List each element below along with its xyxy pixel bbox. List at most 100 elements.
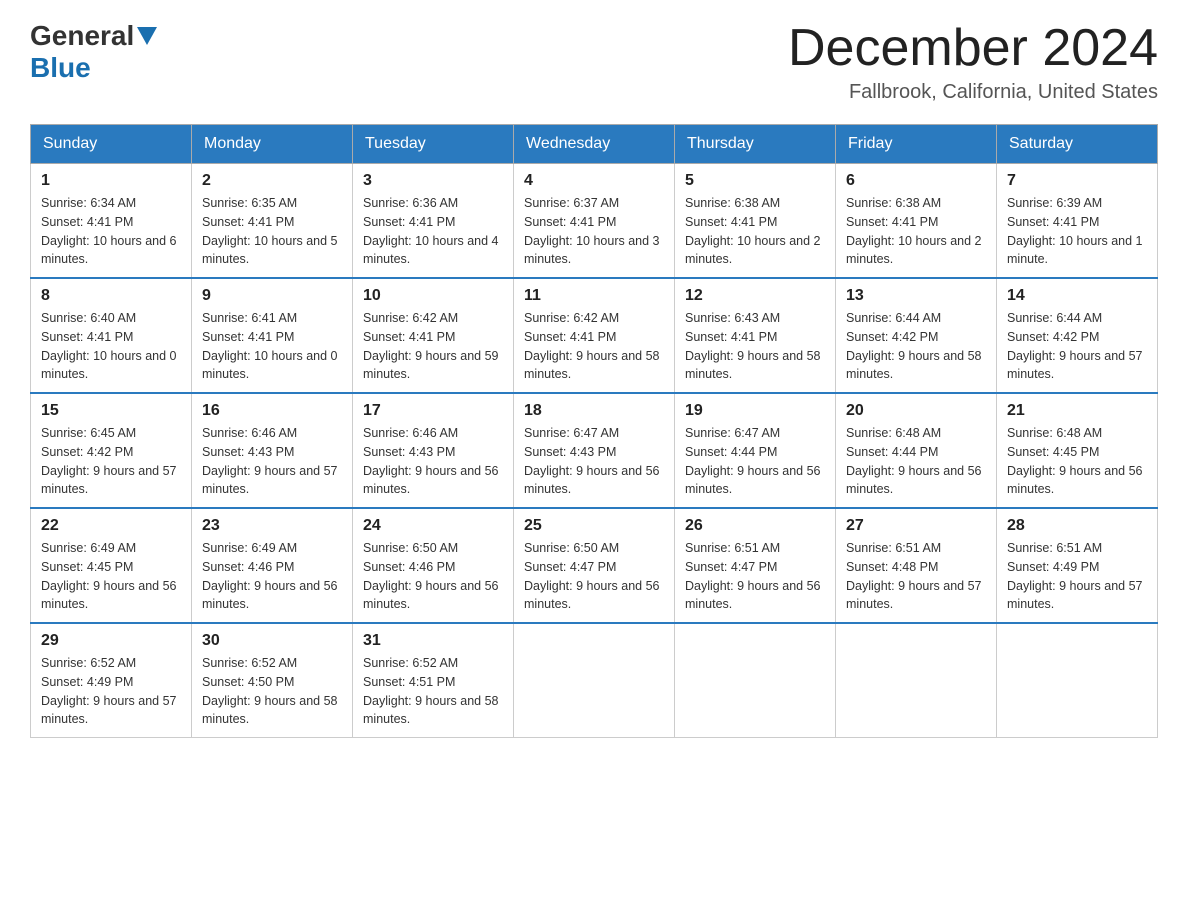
- day-cell-16: 16 Sunrise: 6:46 AM Sunset: 4:43 PM Dayl…: [192, 393, 353, 508]
- day-number: 28: [1007, 517, 1147, 535]
- day-cell-22: 22 Sunrise: 6:49 AM Sunset: 4:45 PM Dayl…: [31, 508, 192, 623]
- day-info: Sunrise: 6:38 AM Sunset: 4:41 PM Dayligh…: [846, 194, 986, 269]
- day-number: 30: [202, 632, 342, 650]
- day-cell-18: 18 Sunrise: 6:47 AM Sunset: 4:43 PM Dayl…: [514, 393, 675, 508]
- logo-triangle-icon: [137, 27, 157, 45]
- day-info: Sunrise: 6:51 AM Sunset: 4:47 PM Dayligh…: [685, 539, 825, 614]
- day-info: Sunrise: 6:40 AM Sunset: 4:41 PM Dayligh…: [41, 309, 181, 384]
- weekday-header-thursday: Thursday: [675, 125, 836, 164]
- day-info: Sunrise: 6:36 AM Sunset: 4:41 PM Dayligh…: [363, 194, 503, 269]
- day-info: Sunrise: 6:47 AM Sunset: 4:44 PM Dayligh…: [685, 424, 825, 499]
- day-number: 13: [846, 287, 986, 305]
- day-info: Sunrise: 6:39 AM Sunset: 4:41 PM Dayligh…: [1007, 194, 1147, 269]
- day-info: Sunrise: 6:42 AM Sunset: 4:41 PM Dayligh…: [524, 309, 664, 384]
- weekday-header-sunday: Sunday: [31, 125, 192, 164]
- day-cell-27: 27 Sunrise: 6:51 AM Sunset: 4:48 PM Dayl…: [836, 508, 997, 623]
- week-row-2: 8 Sunrise: 6:40 AM Sunset: 4:41 PM Dayli…: [31, 278, 1158, 393]
- day-info: Sunrise: 6:44 AM Sunset: 4:42 PM Dayligh…: [1007, 309, 1147, 384]
- day-number: 2: [202, 172, 342, 190]
- logo-blue: Blue: [30, 52, 91, 83]
- day-info: Sunrise: 6:52 AM Sunset: 4:50 PM Dayligh…: [202, 654, 342, 729]
- day-info: Sunrise: 6:45 AM Sunset: 4:42 PM Dayligh…: [41, 424, 181, 499]
- day-number: 26: [685, 517, 825, 535]
- day-info: Sunrise: 6:49 AM Sunset: 4:45 PM Dayligh…: [41, 539, 181, 614]
- day-cell-14: 14 Sunrise: 6:44 AM Sunset: 4:42 PM Dayl…: [997, 278, 1158, 393]
- day-number: 27: [846, 517, 986, 535]
- day-cell-1: 1 Sunrise: 6:34 AM Sunset: 4:41 PM Dayli…: [31, 164, 192, 279]
- day-number: 11: [524, 287, 664, 305]
- location-label: Fallbrook, California, United States: [788, 81, 1158, 104]
- day-number: 29: [41, 632, 181, 650]
- day-cell-6: 6 Sunrise: 6:38 AM Sunset: 4:41 PM Dayli…: [836, 164, 997, 279]
- day-number: 4: [524, 172, 664, 190]
- day-cell-12: 12 Sunrise: 6:43 AM Sunset: 4:41 PM Dayl…: [675, 278, 836, 393]
- day-number: 1: [41, 172, 181, 190]
- day-number: 14: [1007, 287, 1147, 305]
- day-number: 16: [202, 402, 342, 420]
- week-row-3: 15 Sunrise: 6:45 AM Sunset: 4:42 PM Dayl…: [31, 393, 1158, 508]
- day-cell-17: 17 Sunrise: 6:46 AM Sunset: 4:43 PM Dayl…: [353, 393, 514, 508]
- day-cell-24: 24 Sunrise: 6:50 AM Sunset: 4:46 PM Dayl…: [353, 508, 514, 623]
- title-section: December 2024 Fallbrook, California, Uni…: [788, 20, 1158, 104]
- day-cell-2: 2 Sunrise: 6:35 AM Sunset: 4:41 PM Dayli…: [192, 164, 353, 279]
- day-cell-30: 30 Sunrise: 6:52 AM Sunset: 4:50 PM Dayl…: [192, 623, 353, 738]
- day-cell-9: 9 Sunrise: 6:41 AM Sunset: 4:41 PM Dayli…: [192, 278, 353, 393]
- day-info: Sunrise: 6:41 AM Sunset: 4:41 PM Dayligh…: [202, 309, 342, 384]
- week-row-5: 29 Sunrise: 6:52 AM Sunset: 4:49 PM Dayl…: [31, 623, 1158, 738]
- day-info: Sunrise: 6:48 AM Sunset: 4:45 PM Dayligh…: [1007, 424, 1147, 499]
- week-row-1: 1 Sunrise: 6:34 AM Sunset: 4:41 PM Dayli…: [31, 164, 1158, 279]
- weekday-header-row: SundayMondayTuesdayWednesdayThursdayFrid…: [31, 125, 1158, 164]
- day-cell-13: 13 Sunrise: 6:44 AM Sunset: 4:42 PM Dayl…: [836, 278, 997, 393]
- day-number: 22: [41, 517, 181, 535]
- week-row-4: 22 Sunrise: 6:49 AM Sunset: 4:45 PM Dayl…: [31, 508, 1158, 623]
- empty-cell: [675, 623, 836, 738]
- day-info: Sunrise: 6:44 AM Sunset: 4:42 PM Dayligh…: [846, 309, 986, 384]
- day-info: Sunrise: 6:51 AM Sunset: 4:48 PM Dayligh…: [846, 539, 986, 614]
- day-number: 15: [41, 402, 181, 420]
- day-cell-5: 5 Sunrise: 6:38 AM Sunset: 4:41 PM Dayli…: [675, 164, 836, 279]
- day-info: Sunrise: 6:35 AM Sunset: 4:41 PM Dayligh…: [202, 194, 342, 269]
- page-header: General Blue December 2024 Fallbrook, Ca…: [30, 20, 1158, 104]
- day-number: 10: [363, 287, 503, 305]
- day-cell-4: 4 Sunrise: 6:37 AM Sunset: 4:41 PM Dayli…: [514, 164, 675, 279]
- day-cell-20: 20 Sunrise: 6:48 AM Sunset: 4:44 PM Dayl…: [836, 393, 997, 508]
- day-number: 19: [685, 402, 825, 420]
- day-cell-23: 23 Sunrise: 6:49 AM Sunset: 4:46 PM Dayl…: [192, 508, 353, 623]
- day-cell-19: 19 Sunrise: 6:47 AM Sunset: 4:44 PM Dayl…: [675, 393, 836, 508]
- day-number: 9: [202, 287, 342, 305]
- day-cell-8: 8 Sunrise: 6:40 AM Sunset: 4:41 PM Dayli…: [31, 278, 192, 393]
- day-number: 21: [1007, 402, 1147, 420]
- day-number: 5: [685, 172, 825, 190]
- day-cell-3: 3 Sunrise: 6:36 AM Sunset: 4:41 PM Dayli…: [353, 164, 514, 279]
- day-number: 23: [202, 517, 342, 535]
- day-number: 17: [363, 402, 503, 420]
- day-cell-10: 10 Sunrise: 6:42 AM Sunset: 4:41 PM Dayl…: [353, 278, 514, 393]
- day-number: 12: [685, 287, 825, 305]
- day-info: Sunrise: 6:50 AM Sunset: 4:47 PM Dayligh…: [524, 539, 664, 614]
- day-info: Sunrise: 6:42 AM Sunset: 4:41 PM Dayligh…: [363, 309, 503, 384]
- day-number: 18: [524, 402, 664, 420]
- day-cell-11: 11 Sunrise: 6:42 AM Sunset: 4:41 PM Dayl…: [514, 278, 675, 393]
- day-cell-21: 21 Sunrise: 6:48 AM Sunset: 4:45 PM Dayl…: [997, 393, 1158, 508]
- empty-cell: [997, 623, 1158, 738]
- day-number: 25: [524, 517, 664, 535]
- day-info: Sunrise: 6:46 AM Sunset: 4:43 PM Dayligh…: [202, 424, 342, 499]
- day-info: Sunrise: 6:52 AM Sunset: 4:51 PM Dayligh…: [363, 654, 503, 729]
- day-cell-26: 26 Sunrise: 6:51 AM Sunset: 4:47 PM Dayl…: [675, 508, 836, 623]
- day-info: Sunrise: 6:47 AM Sunset: 4:43 PM Dayligh…: [524, 424, 664, 499]
- month-year-title: December 2024: [788, 20, 1158, 77]
- day-cell-29: 29 Sunrise: 6:52 AM Sunset: 4:49 PM Dayl…: [31, 623, 192, 738]
- day-info: Sunrise: 6:37 AM Sunset: 4:41 PM Dayligh…: [524, 194, 664, 269]
- day-info: Sunrise: 6:52 AM Sunset: 4:49 PM Dayligh…: [41, 654, 181, 729]
- day-info: Sunrise: 6:51 AM Sunset: 4:49 PM Dayligh…: [1007, 539, 1147, 614]
- day-info: Sunrise: 6:46 AM Sunset: 4:43 PM Dayligh…: [363, 424, 503, 499]
- day-number: 24: [363, 517, 503, 535]
- day-cell-15: 15 Sunrise: 6:45 AM Sunset: 4:42 PM Dayl…: [31, 393, 192, 508]
- logo-general: General: [30, 20, 134, 52]
- day-number: 20: [846, 402, 986, 420]
- weekday-header-monday: Monday: [192, 125, 353, 164]
- day-info: Sunrise: 6:34 AM Sunset: 4:41 PM Dayligh…: [41, 194, 181, 269]
- day-cell-25: 25 Sunrise: 6:50 AM Sunset: 4:47 PM Dayl…: [514, 508, 675, 623]
- weekday-header-friday: Friday: [836, 125, 997, 164]
- day-info: Sunrise: 6:49 AM Sunset: 4:46 PM Dayligh…: [202, 539, 342, 614]
